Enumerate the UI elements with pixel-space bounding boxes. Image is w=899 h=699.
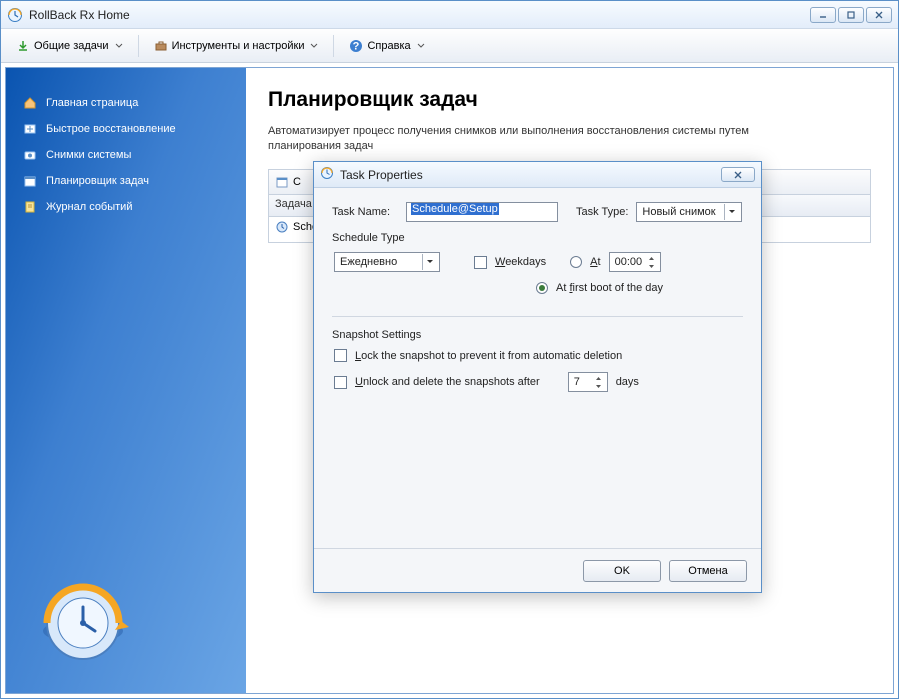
- dialog-title: Task Properties: [340, 168, 721, 182]
- schedule-icon: [22, 173, 38, 189]
- close-button[interactable]: [866, 7, 892, 23]
- schedule-frequency-value: Ежедневно: [340, 256, 397, 268]
- unlock-delete-checkbox[interactable]: [334, 376, 347, 389]
- help-icon: ?: [349, 39, 363, 53]
- unlock-delete-label: Unlock and delete the snapshots after: [355, 376, 540, 388]
- main-toolbar: Общие задачи Инструменты и настройки ? С…: [1, 29, 898, 63]
- divider: [332, 316, 743, 317]
- new-task-icon[interactable]: [275, 175, 289, 189]
- chevron-down-icon: [417, 42, 425, 50]
- task-name-label: Task Name:: [332, 206, 398, 218]
- task-icon: [275, 220, 289, 234]
- grid-column-task[interactable]: Задача: [269, 195, 319, 216]
- dialog-titlebar: Task Properties: [314, 162, 761, 188]
- minimize-button[interactable]: [810, 7, 836, 23]
- home-icon: [22, 95, 38, 111]
- days-label: days: [616, 376, 639, 388]
- dialog-icon: [320, 166, 334, 183]
- dialog-body: Task Name: Schedule@Setup Task Type: Нов…: [314, 188, 761, 548]
- chevron-down-icon: [422, 254, 437, 270]
- sidebar-item-scheduler[interactable]: Планировщик задач: [6, 168, 246, 194]
- toolbar-label: Инструменты и настройки: [172, 40, 305, 52]
- cancel-button[interactable]: Отмена: [669, 560, 747, 582]
- sidebar-item-label: Быстрое восстановление: [46, 123, 176, 135]
- sidebar-item-label: Снимки системы: [46, 149, 131, 161]
- toolbar-item-label[interactable]: С: [293, 176, 301, 188]
- log-icon: [22, 199, 38, 215]
- task-type-label: Task Type:: [576, 206, 628, 218]
- task-name-input[interactable]: Schedule@Setup: [406, 202, 558, 222]
- task-name-value: Schedule@Setup: [411, 203, 499, 215]
- download-icon: [16, 39, 30, 53]
- first-boot-label: At first boot of the day: [556, 282, 663, 294]
- dialog-footer: OK Отмена: [314, 548, 761, 592]
- camera-icon: [22, 147, 38, 163]
- app-icon: [7, 7, 23, 23]
- toolbar-separator: [333, 35, 334, 57]
- maximize-button[interactable]: [838, 7, 864, 23]
- svg-text:?: ?: [353, 40, 360, 52]
- sidebar-item-label: Главная страница: [46, 97, 138, 109]
- time-value: 00:00: [615, 256, 643, 268]
- titlebar: RollBack Rx Home: [1, 1, 898, 29]
- toolbox-icon: [154, 39, 168, 53]
- sidebar: Главная страница Быстрое восстановление …: [6, 68, 246, 693]
- sidebar-item-snapshots[interactable]: Снимки системы: [6, 142, 246, 168]
- task-properties-dialog: Task Properties Task Name: Schedule@Setu…: [313, 161, 762, 593]
- spin-down-icon[interactable]: [645, 262, 658, 270]
- help-menu[interactable]: ? Справка: [342, 35, 431, 57]
- first-boot-radio[interactable]: [536, 282, 548, 294]
- sidebar-item-restore[interactable]: Быстрое восстановление: [6, 116, 246, 142]
- dialog-close-button[interactable]: [721, 167, 755, 182]
- chevron-down-icon: [115, 42, 123, 50]
- weekdays-label: Weekdays: [495, 256, 546, 268]
- spin-down-icon[interactable]: [592, 382, 605, 390]
- spin-up-icon[interactable]: [645, 254, 658, 262]
- sidebar-item-label: Журнал событий: [46, 201, 132, 213]
- at-label: At: [590, 256, 600, 268]
- time-spinner[interactable]: 00:00: [609, 252, 661, 272]
- schedule-type-label: Schedule Type: [332, 232, 743, 244]
- sidebar-item-log[interactable]: Журнал событий: [6, 194, 246, 220]
- spin-up-icon[interactable]: [592, 374, 605, 382]
- chevron-down-icon: [310, 42, 318, 50]
- lock-snapshot-checkbox[interactable]: [334, 349, 347, 362]
- toolbar-label: Справка: [367, 40, 410, 52]
- task-type-value: Новый снимок: [642, 206, 715, 218]
- snapshot-settings-label: Snapshot Settings: [332, 329, 743, 341]
- sidebar-item-home[interactable]: Главная страница: [6, 90, 246, 116]
- days-value: 7: [574, 376, 580, 388]
- tools-settings-menu[interactable]: Инструменты и настройки: [147, 35, 326, 57]
- weekdays-checkbox[interactable]: [474, 256, 487, 269]
- toolbar-label: Общие задачи: [34, 40, 109, 52]
- ok-button[interactable]: OK: [583, 560, 661, 582]
- task-type-combo[interactable]: Новый снимок: [636, 202, 742, 222]
- app-title: RollBack Rx Home: [29, 8, 810, 22]
- sidebar-item-label: Планировщик задач: [46, 175, 149, 187]
- at-time-radio[interactable]: [570, 256, 582, 268]
- toolbar-separator: [138, 35, 139, 57]
- lock-snapshot-label: Lock the snapshot to prevent it from aut…: [355, 350, 622, 362]
- product-logo: [28, 571, 138, 681]
- chevron-down-icon: [724, 204, 739, 220]
- schedule-frequency-combo[interactable]: Ежедневно: [334, 252, 440, 272]
- page-heading: Планировщик задач: [268, 88, 871, 112]
- days-spinner[interactable]: 7: [568, 372, 608, 392]
- common-tasks-menu[interactable]: Общие задачи: [9, 35, 130, 57]
- page-description: Автоматизирует процесс получения снимков…: [268, 124, 788, 155]
- restore-icon: [22, 121, 38, 137]
